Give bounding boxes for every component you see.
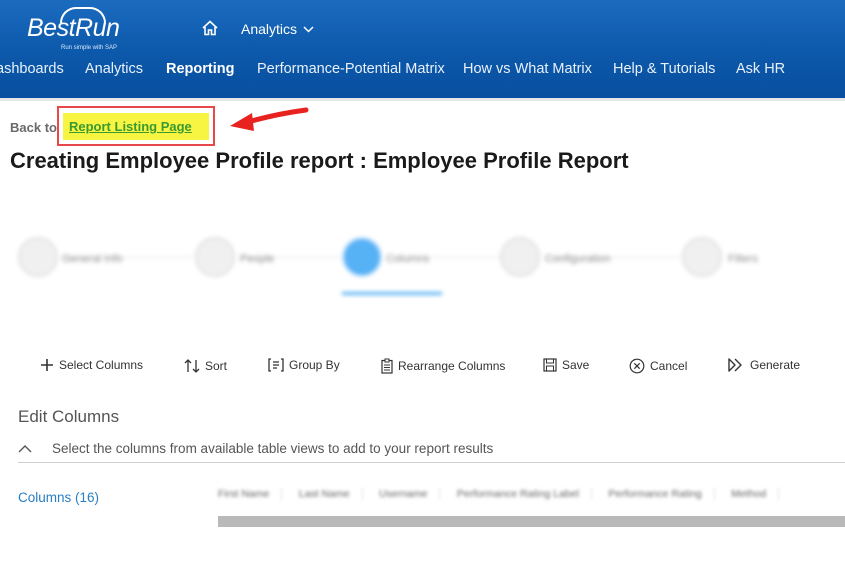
columns-count-link[interactable]: Columns (16)	[18, 490, 99, 505]
step-configuration[interactable]	[500, 237, 540, 277]
save-icon	[543, 358, 557, 372]
generate-icon	[728, 358, 742, 372]
header-separator	[0, 98, 845, 101]
save-label: Save	[562, 358, 590, 372]
edit-columns-collapse-row: Select the columns from available table …	[18, 441, 493, 456]
top-menu-analytics[interactable]: Analytics	[241, 21, 314, 37]
cancel-icon	[629, 358, 645, 374]
column-header[interactable]: Last Name	[298, 488, 363, 500]
step-general-info[interactable]	[18, 237, 58, 277]
step-columns[interactable]	[342, 237, 382, 277]
save-button[interactable]: Save	[543, 358, 589, 372]
bestrun-logo[interactable]: BestRun Run simple with SAP	[27, 7, 120, 51]
report-stepper: General Info People Columns Configuratio…	[0, 225, 845, 305]
plus-icon	[41, 359, 53, 371]
clipboard-icon	[381, 358, 393, 374]
home-icon[interactable]	[201, 19, 219, 42]
column-header[interactable]: Performance Rating	[608, 488, 715, 500]
column-headers-preview: First Name Last Name Username Performanc…	[218, 484, 845, 508]
chevron-down-icon	[303, 25, 314, 33]
rearrange-columns-button[interactable]: Rearrange Columns	[381, 358, 505, 374]
section-divider	[18, 462, 845, 463]
active-step-indicator	[342, 292, 442, 295]
generate-label: Generate	[750, 358, 801, 372]
column-header[interactable]: Performance Rating Label	[456, 488, 592, 500]
group-by-button[interactable]: Group By	[268, 358, 340, 372]
rearrange-columns-label: Rearrange Columns	[398, 359, 506, 373]
step-label: Columns	[386, 253, 430, 265]
nav-item-dashboards[interactable]: ashboards	[0, 61, 64, 77]
column-header[interactable]: Method	[731, 488, 780, 500]
horizontal-scrollbar[interactable]	[218, 516, 845, 527]
nav-item-ask-hr[interactable]: Ask HR	[736, 61, 785, 77]
generate-button[interactable]: Generate	[728, 358, 800, 372]
nav-item-performance-potential-matrix[interactable]: Performance-Potential Matrix	[257, 61, 445, 77]
chevron-up-icon[interactable]	[18, 444, 32, 453]
app-header: BestRun Run simple with SAP Analytics as…	[0, 0, 845, 98]
step-label: Filters	[728, 253, 758, 265]
nav-item-analytics[interactable]: Analytics	[85, 61, 143, 77]
sort-button[interactable]: Sort	[184, 358, 227, 374]
back-to-label: Back to:	[10, 120, 62, 135]
step-label: General Info	[62, 253, 123, 265]
sort-icon	[184, 359, 200, 373]
edit-columns-title: Edit Columns	[18, 407, 120, 426]
step-label: Configuration	[545, 253, 611, 265]
nav-item-how-vs-what-matrix[interactable]: How vs What Matrix	[463, 61, 592, 77]
nav-item-help-tutorials[interactable]: Help & Tutorials	[613, 61, 715, 77]
red-arrow-annotation	[230, 107, 309, 131]
sort-label: Sort	[205, 359, 228, 373]
cancel-label: Cancel	[650, 359, 688, 373]
column-header[interactable]: First Name	[218, 488, 283, 500]
page-title: Creating Employee Profile report : Emplo…	[10, 148, 629, 173]
group-by-label: Group By	[289, 358, 340, 372]
select-columns-label: Select Columns	[59, 358, 144, 372]
group-by-icon	[268, 358, 284, 372]
edit-columns-description: Select the columns from available table …	[52, 441, 494, 456]
logo-tagline: Run simple with SAP	[61, 45, 118, 51]
column-header[interactable]: Username	[379, 488, 441, 500]
cancel-button[interactable]: Cancel	[629, 358, 687, 374]
logo-cloud-icon	[60, 7, 106, 23]
step-filters[interactable]	[682, 237, 722, 277]
report-listing-page-link[interactable]: Report Listing Page	[69, 119, 192, 134]
top-menu-label: Analytics	[241, 21, 298, 37]
step-people[interactable]	[195, 237, 235, 277]
nav-item-reporting[interactable]: Reporting	[166, 61, 234, 77]
select-columns-button[interactable]: Select Columns	[40, 358, 143, 372]
step-label: People	[240, 253, 275, 265]
